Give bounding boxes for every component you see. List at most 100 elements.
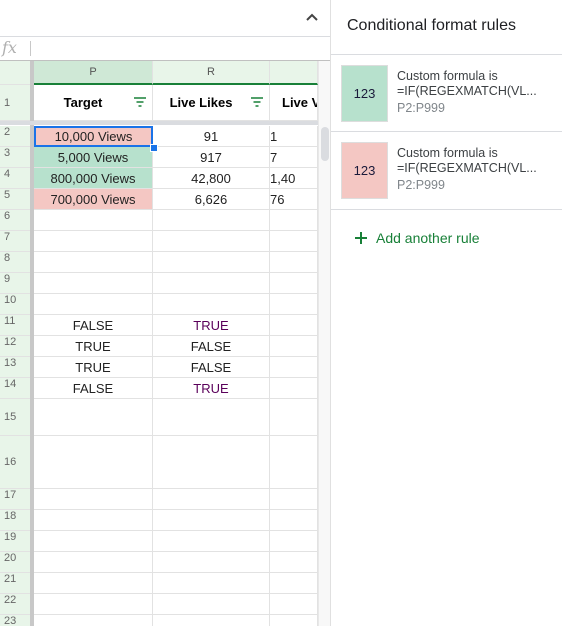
cell[interactable]: TRUE bbox=[153, 315, 270, 336]
row-header[interactable]: 7 bbox=[0, 231, 30, 252]
cell[interactable]: 76 bbox=[270, 189, 318, 210]
corner-cell[interactable] bbox=[0, 61, 30, 85]
row-header[interactable]: 12 bbox=[0, 336, 30, 357]
cell[interactable] bbox=[270, 510, 318, 531]
cell[interactable]: TRUE bbox=[34, 336, 153, 357]
cell[interactable] bbox=[270, 399, 318, 436]
row-header[interactable]: 15 bbox=[0, 399, 30, 436]
cell[interactable]: 7 bbox=[270, 147, 318, 168]
cell[interactable] bbox=[270, 273, 318, 294]
add-rule-button[interactable]: Add another rule bbox=[355, 230, 480, 246]
column-header[interactable] bbox=[270, 61, 318, 85]
row-header[interactable]: 17 bbox=[0, 489, 30, 510]
cell[interactable] bbox=[34, 231, 153, 252]
row-header[interactable]: 23 bbox=[0, 615, 30, 626]
cell[interactable]: 917 bbox=[153, 147, 270, 168]
cell[interactable] bbox=[34, 531, 153, 552]
header-cell[interactable]: Live V bbox=[270, 85, 318, 121]
cell[interactable]: 91 bbox=[153, 126, 270, 147]
cell[interactable]: 5,000 Views bbox=[34, 147, 153, 168]
fill-handle[interactable] bbox=[150, 144, 158, 152]
row-header[interactable]: 5 bbox=[0, 189, 30, 210]
cell[interactable] bbox=[270, 594, 318, 615]
cell[interactable] bbox=[270, 552, 318, 573]
row-header[interactable]: 3 bbox=[0, 147, 30, 168]
cell[interactable] bbox=[270, 210, 318, 231]
frozen-column-divider[interactable] bbox=[30, 61, 34, 626]
cell[interactable] bbox=[270, 231, 318, 252]
cell[interactable]: 1 bbox=[270, 126, 318, 147]
row-header[interactable]: 10 bbox=[0, 294, 30, 315]
row-header[interactable]: 19 bbox=[0, 531, 30, 552]
cell[interactable] bbox=[153, 489, 270, 510]
row-header[interactable]: 1 bbox=[0, 85, 30, 121]
cell[interactable] bbox=[153, 573, 270, 594]
cell[interactable] bbox=[34, 552, 153, 573]
cell[interactable] bbox=[153, 399, 270, 436]
row-header[interactable]: 20 bbox=[0, 552, 30, 573]
cell[interactable] bbox=[270, 531, 318, 552]
cell[interactable] bbox=[153, 510, 270, 531]
cell[interactable] bbox=[270, 252, 318, 273]
cell[interactable]: 1,40 bbox=[270, 168, 318, 189]
cell[interactable] bbox=[270, 378, 318, 399]
cell[interactable] bbox=[34, 252, 153, 273]
row-header[interactable]: 14 bbox=[0, 378, 30, 399]
cell[interactable] bbox=[153, 231, 270, 252]
cell[interactable] bbox=[153, 273, 270, 294]
filter-icon[interactable] bbox=[251, 97, 263, 107]
row-header[interactable]: 11 bbox=[0, 315, 30, 336]
cell[interactable] bbox=[34, 294, 153, 315]
chevron-up-icon[interactable] bbox=[303, 8, 321, 26]
cell[interactable]: FALSE bbox=[34, 315, 153, 336]
row-header[interactable]: 21 bbox=[0, 573, 30, 594]
cell[interactable]: 700,000 Views bbox=[34, 189, 153, 210]
cell[interactable] bbox=[34, 436, 153, 489]
cell[interactable] bbox=[153, 594, 270, 615]
cell[interactable]: TRUE bbox=[34, 357, 153, 378]
cell[interactable] bbox=[270, 615, 318, 626]
cell[interactable]: FALSE bbox=[34, 378, 153, 399]
cell[interactable] bbox=[153, 552, 270, 573]
cell[interactable]: 42,800 bbox=[153, 168, 270, 189]
cell[interactable]: 800,000 Views bbox=[34, 168, 153, 189]
filter-icon[interactable] bbox=[134, 97, 146, 107]
cell[interactable]: TRUE bbox=[153, 378, 270, 399]
format-rule[interactable]: 123 Custom formula is =IF(REGEXMATCH(VL.… bbox=[331, 54, 562, 132]
column-header[interactable]: P bbox=[34, 61, 153, 85]
cell[interactable] bbox=[270, 336, 318, 357]
row-header[interactable]: 4 bbox=[0, 168, 30, 189]
row-header[interactable]: 6 bbox=[0, 210, 30, 231]
cell[interactable] bbox=[153, 210, 270, 231]
row-header[interactable]: 8 bbox=[0, 252, 30, 273]
cell[interactable] bbox=[153, 436, 270, 489]
header-cell[interactable]: Live Likes bbox=[153, 85, 270, 121]
scrollbar-thumb[interactable] bbox=[321, 127, 329, 161]
row-header[interactable]: 13 bbox=[0, 357, 30, 378]
row-header[interactable]: 2 bbox=[0, 126, 30, 147]
cell[interactable] bbox=[153, 294, 270, 315]
row-header[interactable]: 22 bbox=[0, 594, 30, 615]
format-rule[interactable]: 123 Custom formula is =IF(REGEXMATCH(VL.… bbox=[331, 131, 562, 210]
spreadsheet-grid[interactable]: P R 1 Target Live Likes Live V 2 10,000 Views 91… bbox=[0, 61, 318, 626]
formula-bar[interactable]: fx bbox=[0, 37, 330, 61]
cell[interactable] bbox=[153, 252, 270, 273]
cell[interactable] bbox=[34, 489, 153, 510]
cell[interactable]: FALSE bbox=[153, 336, 270, 357]
cell[interactable] bbox=[34, 615, 153, 626]
cell[interactable]: 6,626 bbox=[153, 189, 270, 210]
cell[interactable] bbox=[270, 315, 318, 336]
cell[interactable] bbox=[153, 615, 270, 626]
cell[interactable] bbox=[270, 436, 318, 489]
cell[interactable]: 10,000 Views bbox=[34, 126, 153, 147]
cell[interactable] bbox=[153, 531, 270, 552]
row-header[interactable]: 16 bbox=[0, 436, 30, 489]
frozen-row-divider[interactable] bbox=[0, 121, 318, 125]
cell[interactable] bbox=[270, 294, 318, 315]
cell[interactable] bbox=[34, 273, 153, 294]
cell[interactable] bbox=[34, 510, 153, 531]
cell[interactable] bbox=[270, 489, 318, 510]
cell[interactable] bbox=[34, 399, 153, 436]
cell[interactable]: FALSE bbox=[153, 357, 270, 378]
cell[interactable] bbox=[270, 573, 318, 594]
